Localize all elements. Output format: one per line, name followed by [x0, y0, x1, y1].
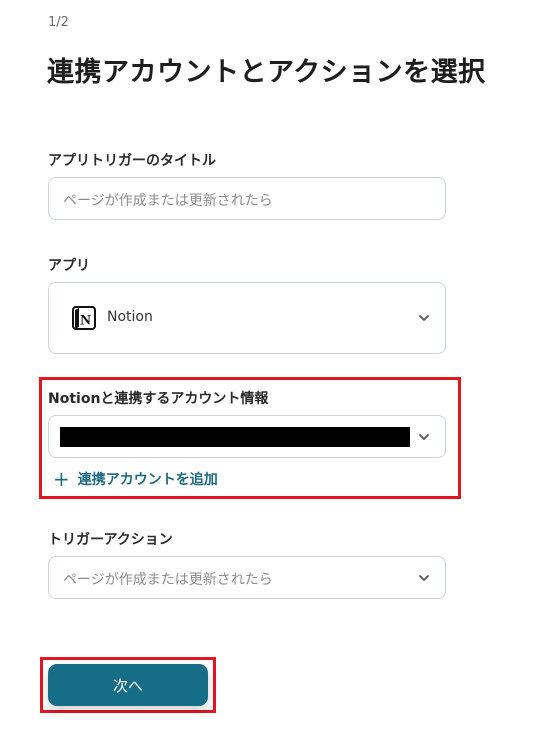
page-title: 連携アカウントとアクションを選択 [47, 57, 486, 88]
notion-logo-icon: N [72, 306, 96, 330]
trigger-action-value: ページが作成または更新されたら [63, 572, 273, 588]
app-select[interactable]: N Notion [48, 282, 446, 354]
trigger-title-value: ページが作成または更新されたら [63, 193, 273, 209]
next-button[interactable]: 次へ [48, 664, 208, 706]
trigger-title-label: アプリトリガーのタイトル [48, 153, 216, 169]
app-label: アプリ [48, 258, 90, 274]
add-account-label: 連携アカウントを追加 [77, 472, 218, 488]
svg-text:N: N [80, 313, 91, 329]
redacted-account-value [60, 427, 410, 447]
account-label: Notionと連携するアカウント情報 [48, 391, 269, 407]
step-indicator: 1/2 [48, 15, 69, 30]
trigger-title-input[interactable]: ページが作成または更新されたら [48, 177, 446, 220]
trigger-action-label: トリガーアクション [48, 532, 173, 548]
chevron-down-icon [419, 575, 429, 581]
trigger-action-select[interactable]: ページが作成または更新されたら [48, 556, 446, 599]
chevron-down-icon [419, 434, 429, 440]
plus-icon: + [53, 467, 70, 491]
chevron-down-icon [419, 315, 429, 321]
account-select[interactable] [48, 415, 446, 458]
app-selected-value: Notion [107, 309, 153, 325]
add-account-link[interactable]: + 連携アカウントを追加 [53, 469, 218, 489]
